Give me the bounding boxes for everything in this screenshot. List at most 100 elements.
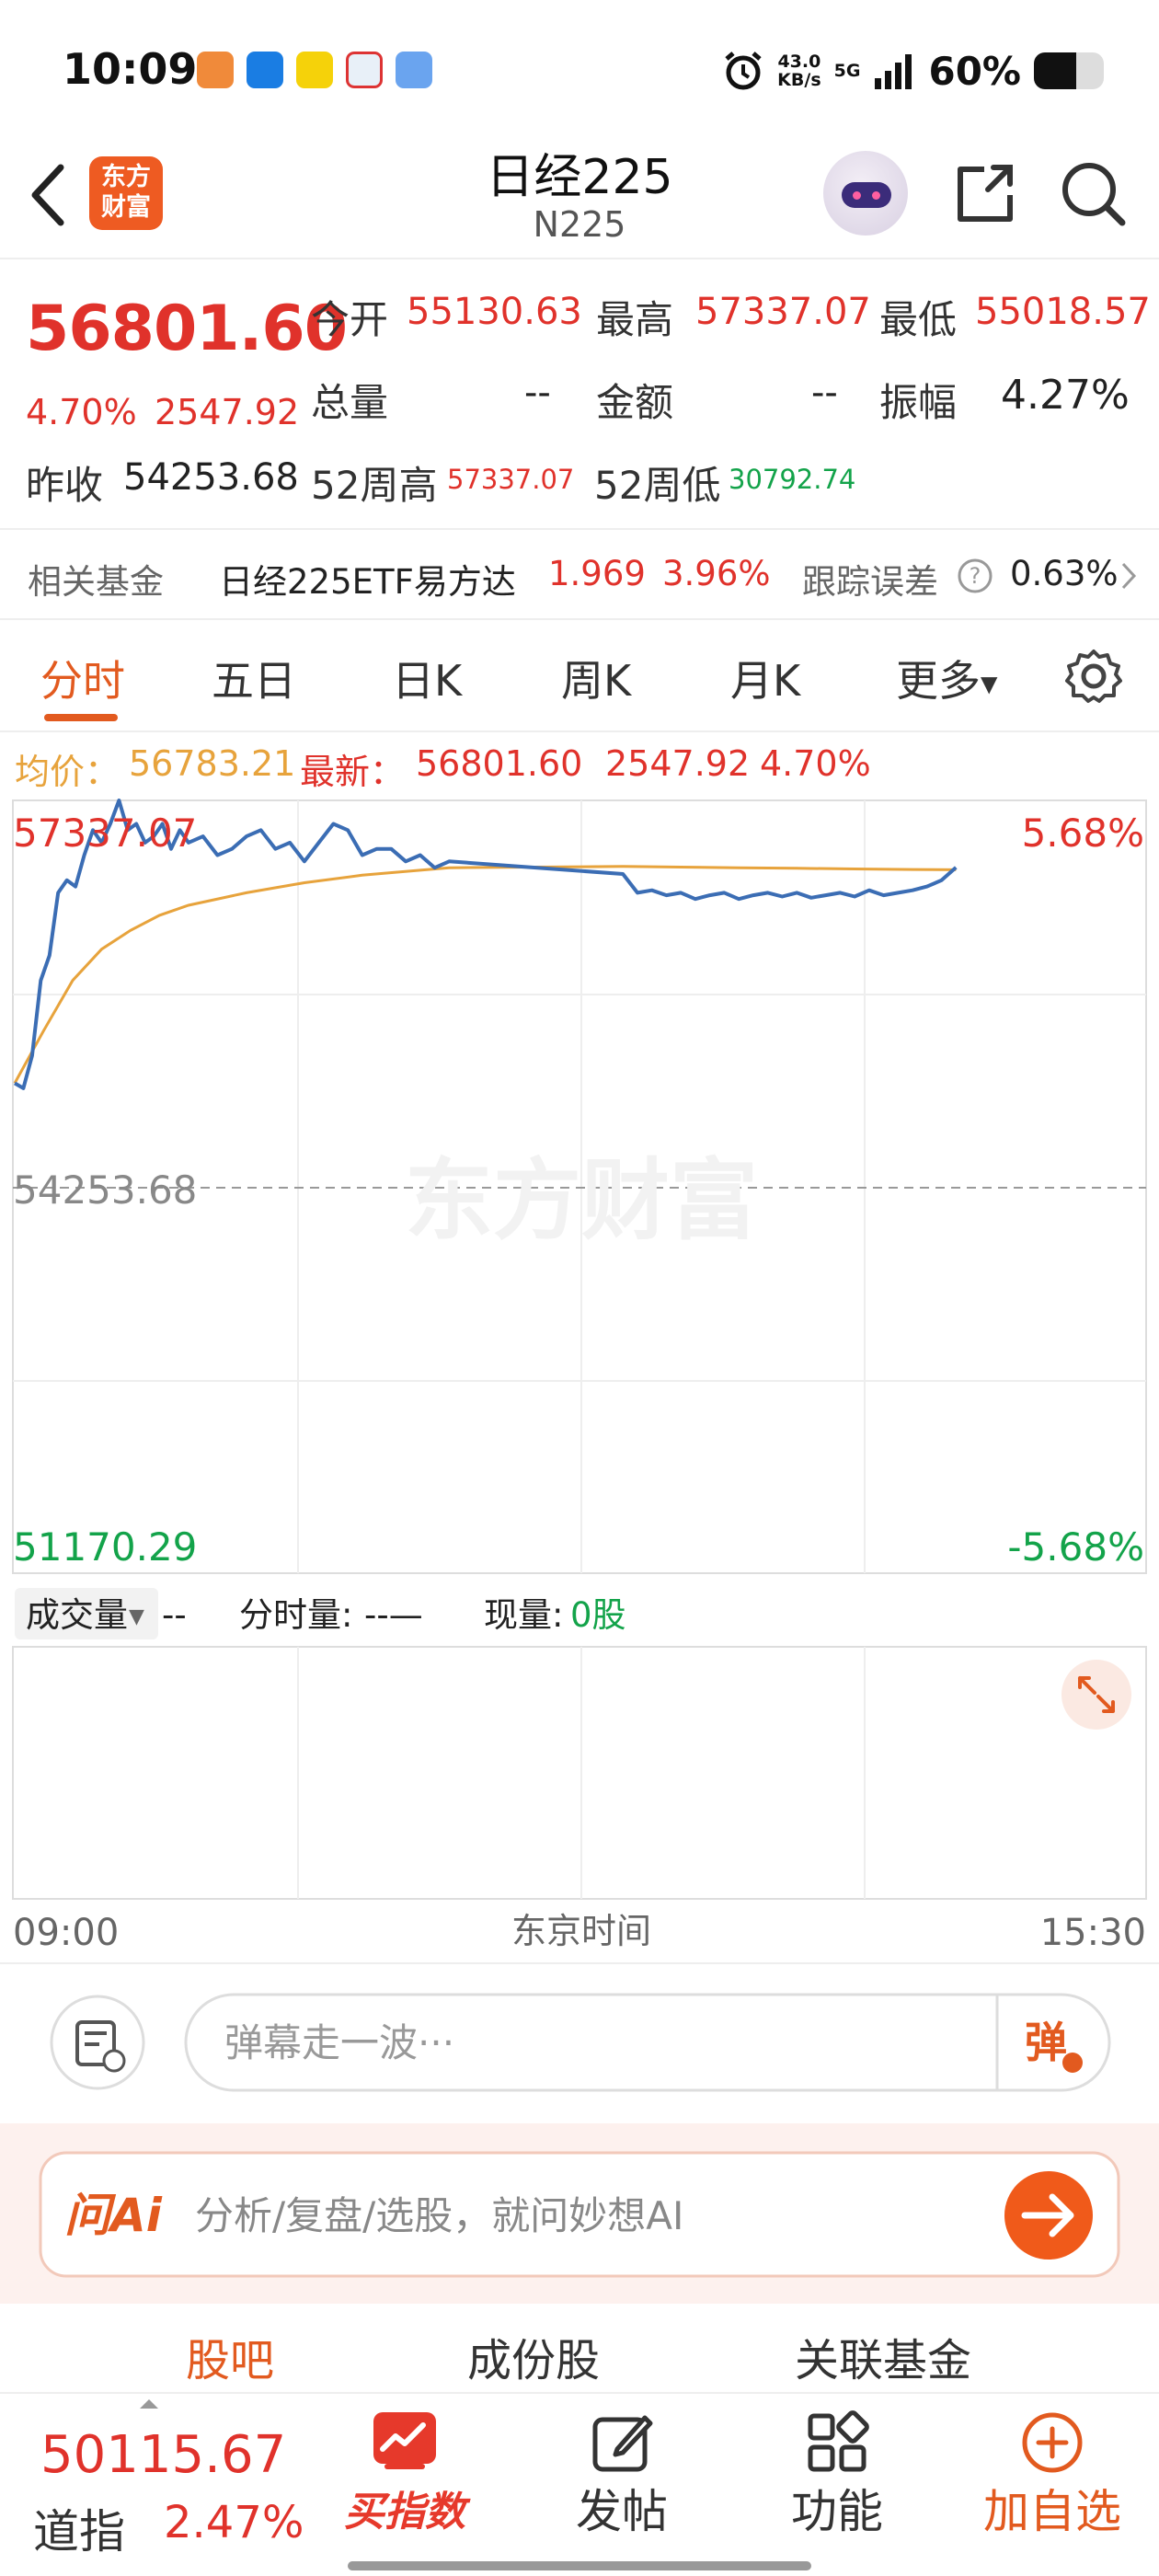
fenshi-volume-label: 分时量: xyxy=(239,1595,352,1635)
tab-five-day[interactable]: 五日 xyxy=(212,648,296,708)
home-indicator xyxy=(348,2561,811,2570)
subtab-guba[interactable]: 股吧 xyxy=(186,2335,274,2386)
trend-chart-icon xyxy=(373,2412,436,2469)
ai-placeholder: 分析/复盘/选股，就问妙想AI xyxy=(195,2193,683,2238)
battery-percent: 60% xyxy=(928,48,1021,94)
latest-label: 最新： xyxy=(300,752,406,792)
chart-summary: 均价： 56783.21 最新： 56801.60 2547.92 4.70% xyxy=(0,743,1159,793)
status-time: 10:09 xyxy=(63,44,198,94)
grid-apps-icon xyxy=(808,2410,869,2472)
subtab-related-funds[interactable]: 关联基金 xyxy=(795,2335,971,2386)
related-fund-row[interactable]: 相关基金 日经225ETF易方达 1.969 3.96% 跟踪误差 ? 0.63… xyxy=(0,530,1159,620)
fenshi-volume-value: --— xyxy=(364,1595,423,1635)
nav-add-watchlist[interactable]: 加自选 xyxy=(971,2410,1133,2541)
bottom-nav: 50115.67 道指 2.47% 买指数 发帖 功能 加自选 xyxy=(0,2392,1159,2576)
latest-value: 56801.60 xyxy=(416,743,583,784)
nav-buy-index[interactable]: 买指数 xyxy=(339,2410,471,2537)
high52-label: 52周高 xyxy=(311,463,438,508)
low52-value: 30792.74 xyxy=(729,464,856,495)
status-bar: 10:09 43.0 KB/s 5G 60% xyxy=(0,0,1159,138)
ticker-index-change: 2.47% xyxy=(164,2497,304,2548)
low52-label: 52周低 xyxy=(594,463,721,508)
tab-fenshi[interactable]: 分时 xyxy=(40,648,125,708)
edit-icon xyxy=(592,2415,653,2472)
chart-top-pct: 5.68% xyxy=(1022,811,1144,856)
related-fund-change: 3.96% xyxy=(662,554,771,593)
net-speed: 43.0 KB/s xyxy=(777,52,821,90)
header: 东方财富 日经225 N225 xyxy=(0,138,1159,259)
help-icon[interactable]: ? xyxy=(957,558,993,594)
high-value: 57337.07 xyxy=(695,291,871,333)
nav-post[interactable]: 发帖 xyxy=(556,2410,688,2541)
amplitude-value: 4.27% xyxy=(1001,372,1130,419)
chevron-right-icon xyxy=(1121,562,1137,590)
current-volume-value: 0股 xyxy=(570,1595,626,1635)
chart-watermark: 东方财富 xyxy=(405,1149,758,1252)
expand-icon[interactable] xyxy=(1061,1660,1131,1730)
ai-brand: 问Ai xyxy=(64,2189,163,2242)
check-badge-icon xyxy=(1062,2053,1083,2073)
app-notification-icon xyxy=(396,52,432,88)
settings-gear-icon[interactable] xyxy=(1063,646,1124,707)
time-axis-start: 09:00 xyxy=(13,1912,119,1954)
low-value: 55018.57 xyxy=(975,291,1151,333)
nav-buy-index-label: 买指数 xyxy=(344,2489,465,2536)
high-label: 最高 xyxy=(596,297,674,342)
tracking-error-value: 0.63% xyxy=(1010,554,1119,593)
chart-period-tabs: 分时 五日 日K 周K 月K 更多▼ xyxy=(0,622,1159,732)
low-label: 最低 xyxy=(879,297,958,342)
volume-selector-label: 成交量 xyxy=(26,1595,128,1635)
ai-submit-button[interactable] xyxy=(1004,2171,1093,2260)
map-pin-icon xyxy=(346,52,383,88)
nav-add-watchlist-label: 加自选 xyxy=(983,2485,1121,2538)
chart-mid-price: 54253.68 xyxy=(13,1167,197,1213)
app-notification-icon xyxy=(197,52,234,88)
share-icon[interactable] xyxy=(947,156,1021,230)
chart-bottom-price: 51170.29 xyxy=(13,1524,197,1570)
nav-function-label: 功能 xyxy=(791,2485,883,2538)
app-notification-icon xyxy=(247,52,283,88)
latest-change: 2547.92 xyxy=(605,743,751,784)
network-type: 5G xyxy=(833,61,861,81)
related-fund-name: 日经225ETF易方达 xyxy=(219,562,516,602)
tab-more[interactable]: 更多▼ xyxy=(896,648,997,708)
dropdown-arrow-icon: ▼ xyxy=(129,1605,144,1628)
related-fund-label: 相关基金 xyxy=(28,562,164,602)
dropdown-arrow-icon: ▼ xyxy=(981,671,998,697)
nav-function[interactable]: 功能 xyxy=(771,2410,903,2541)
nav-post-label: 发帖 xyxy=(576,2485,668,2538)
chart-bottom-pct: -5.68% xyxy=(1007,1524,1144,1570)
change-value: 2547.92 xyxy=(155,392,300,432)
tab-day-k[interactable]: 日K xyxy=(392,648,462,708)
avg-value: 56783.21 xyxy=(129,743,296,784)
intraday-chart-svg: 东方财富 57337.07 5.68% 54253.68 51170.29 -5… xyxy=(0,799,1159,2386)
tab-month-k[interactable]: 月K xyxy=(730,648,800,708)
search-icon[interactable] xyxy=(1056,156,1130,230)
ai-assistant-avatar[interactable] xyxy=(823,151,908,236)
danmu-toggle-button[interactable]: 弹 xyxy=(1025,2018,1067,2067)
comment-list-button[interactable] xyxy=(50,1995,145,2090)
volume-selector-value: -- xyxy=(162,1595,187,1635)
status-right-group: 43.0 KB/s 5G 60% xyxy=(722,48,1104,94)
danmu-placeholder: 弹幕走一波··· xyxy=(224,2020,454,2065)
change-percent: 4.70% xyxy=(26,392,137,432)
tab-more-label: 更多 xyxy=(896,656,981,706)
tab-week-k[interactable]: 周K xyxy=(561,648,631,708)
current-price: 56801.60 xyxy=(26,293,348,365)
open-label: 今开 xyxy=(311,297,389,342)
subtab-constituents[interactable]: 成份股 xyxy=(467,2335,600,2386)
chart-top-price: 57337.07 xyxy=(13,811,197,856)
open-value: 55130.63 xyxy=(407,291,582,333)
time-axis-end: 15:30 xyxy=(1040,1912,1146,1954)
svg-text:?: ? xyxy=(970,563,981,589)
quote-panel: 56801.60 4.70% 2547.92 昨收 54253.68 今开 55… xyxy=(0,261,1159,530)
time-axis-label: 东京时间 xyxy=(511,1911,651,1951)
avg-label: 均价： xyxy=(15,752,120,792)
volume-chart xyxy=(12,1646,1147,1900)
signal-icon xyxy=(875,54,912,89)
ticker-index-value[interactable]: 50115.67 xyxy=(40,2425,286,2485)
current-volume-label: 现量: xyxy=(484,1595,563,1635)
battery-icon xyxy=(1034,52,1104,89)
intraday-chart[interactable]: 东方财富 57337.07 5.68% 54253.68 51170.29 -5… xyxy=(0,799,1159,2501)
app-notification-icon xyxy=(296,52,333,88)
